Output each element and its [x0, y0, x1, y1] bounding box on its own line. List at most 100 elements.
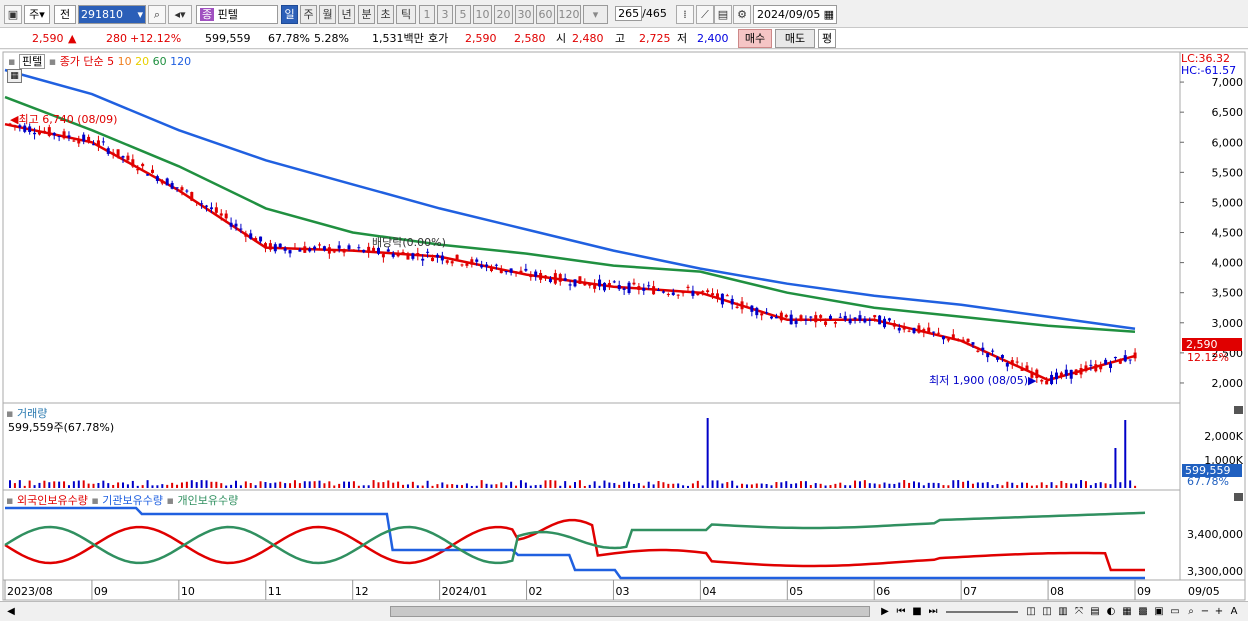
stock-code-input[interactable]: 291810 ▾ [78, 5, 146, 24]
volume-bar [441, 482, 444, 488]
speaker-icon[interactable]: ◂▾ [168, 5, 192, 24]
font-size-icon[interactable]: A [1227, 604, 1241, 619]
period-year-tab[interactable]: 년 [338, 5, 355, 24]
tool-icon[interactable]: ⤧ [1072, 604, 1086, 619]
volume-bar [1016, 485, 1019, 488]
x-tick-label: 06 [876, 585, 890, 598]
calendar-icon[interactable]: ▦ [824, 6, 834, 23]
legend-stock-name[interactable]: 핀텔 [18, 54, 46, 69]
candle-body [642, 287, 646, 291]
stock-badge: 종 [200, 8, 215, 21]
settings-gear-icon[interactable]: ⚙ [733, 5, 751, 24]
tool-icon[interactable]: ◐ [1104, 604, 1118, 619]
interval-60[interactable]: 60 [536, 5, 555, 24]
tool-icon[interactable]: ▦ [1120, 604, 1134, 619]
count-input[interactable]: 265 [615, 6, 643, 21]
candle-body [1094, 364, 1098, 372]
holders-tick-label: 3,300,000 [1187, 565, 1243, 578]
candle-body [784, 314, 788, 318]
buy-button[interactable]: 매수 [738, 29, 772, 48]
market-select[interactable]: 주▾ [24, 5, 50, 24]
x-tick-label: 08 [1050, 585, 1064, 598]
interval-10[interactable]: 10 [473, 5, 492, 24]
chart-area[interactable]: 7,000 6,500 6,000 5,500 5,000 4,500 4,000 3,500… [0, 50, 1248, 602]
candle-body [101, 141, 105, 143]
candle-body [342, 249, 346, 253]
candle-body [740, 301, 744, 310]
zoom-slider[interactable] [946, 611, 1018, 613]
prev-button[interactable]: 전 [54, 5, 76, 24]
search-icon[interactable]: ⌕ [148, 5, 166, 24]
candle-body [205, 205, 209, 207]
last-price-tag: 2,590 [1182, 338, 1242, 351]
tool-icon[interactable]: ◫ [1024, 604, 1038, 619]
stock-name-field[interactable]: 종 핀텔 [196, 5, 278, 24]
first-page-icon[interactable]: ⏮ [894, 604, 908, 619]
average-button[interactable]: 평 [818, 29, 836, 48]
sell-button[interactable]: 매도 [775, 29, 815, 48]
volume-bar [1060, 480, 1063, 488]
candle-body [848, 319, 852, 324]
candle-body [293, 247, 297, 249]
volume-bar [28, 480, 31, 488]
candle-body [548, 278, 552, 283]
candle-body [322, 246, 326, 251]
interval-120[interactable]: 120 [557, 5, 581, 24]
interval-3[interactable]: 3 [437, 5, 453, 24]
last-page-icon[interactable]: ⏭ [926, 604, 940, 619]
interval-1[interactable]: 1 [419, 5, 435, 24]
period-month-tab[interactable]: 월 [319, 5, 336, 24]
panel-close-icon[interactable] [1234, 406, 1243, 414]
candle-body [883, 318, 887, 328]
tool-icon[interactable]: ▩ [1136, 604, 1150, 619]
zoom-search-icon[interactable]: ⌕ [1184, 604, 1198, 619]
x-tick-label: 03 [615, 585, 629, 598]
period-tick-tab[interactable]: 틱 [396, 5, 416, 24]
period-week-tab[interactable]: 주 [300, 5, 317, 24]
zoom-out-icon[interactable]: − [1198, 604, 1212, 619]
candle-body [966, 338, 970, 343]
period-second-tab[interactable]: 초 [377, 5, 394, 24]
period-day-tab[interactable]: 일 [281, 5, 298, 24]
date-input[interactable]: 2024/09/05 ▦ [753, 5, 837, 24]
tool-icon[interactable]: ▥ [1056, 604, 1070, 619]
volume-bar [1084, 481, 1087, 488]
candle-body [190, 192, 194, 201]
volume-bar [63, 481, 66, 488]
interval-5[interactable]: 5 [455, 5, 471, 24]
candle-body [711, 293, 715, 296]
period-label: 틱 [400, 8, 412, 21]
x-tick-label: 2024/01 [442, 585, 488, 598]
zoom-in-icon[interactable]: + [1212, 604, 1226, 619]
candle-body [431, 257, 435, 262]
calculator-icon[interactable]: ▦ [7, 69, 22, 83]
panel-close-icon[interactable] [1234, 493, 1243, 501]
period-minute-tab[interactable]: 분 [358, 5, 375, 24]
candle-body [1015, 361, 1019, 363]
tool-icon[interactable]: ◫ [1040, 604, 1054, 619]
chart-scrollbar[interactable]: ◀ ▶ ⏮ ■ ⏭ ◫ ◫ ▥ ⤧ ▤ ◐ ▦ ▩ ▣ ▭ ⌕ − + A [0, 601, 1248, 621]
tool-icon[interactable]: ▣ [1152, 604, 1166, 619]
draw-line-icon[interactable]: ⟋ [696, 5, 714, 24]
window-icon[interactable]: ▣ [4, 5, 22, 24]
volume-bar [1030, 485, 1033, 488]
interval-30[interactable]: 30 [515, 5, 534, 24]
date-value: 2024/09/05 [757, 8, 821, 21]
tool-icon[interactable]: ▤ [1088, 604, 1102, 619]
stop-icon[interactable]: ■ [910, 604, 924, 619]
volume-bar [677, 483, 680, 488]
interval-dropdown[interactable]: ▾ [583, 5, 608, 24]
save-icon[interactable]: ▤ [714, 5, 732, 24]
low-annotation-text: 최저 1,900 (08/05) [929, 374, 1029, 387]
candle-body [239, 228, 243, 230]
scroll-thumb[interactable] [390, 606, 870, 617]
scroll-right-icon[interactable]: ▶ [878, 604, 892, 619]
scroll-left-icon[interactable]: ◀ [4, 604, 18, 619]
volume-bar [166, 484, 169, 488]
grid-icon[interactable]: ⁞ [676, 5, 694, 24]
period-label: 년 [341, 8, 352, 21]
chart-svg[interactable]: 7,000 6,500 6,000 5,500 5,000 4,500 4,000 3,500… [0, 50, 1248, 602]
tool-icon[interactable]: ▭ [1168, 604, 1182, 619]
interval-20[interactable]: 20 [494, 5, 513, 24]
volume-bar [289, 483, 292, 488]
